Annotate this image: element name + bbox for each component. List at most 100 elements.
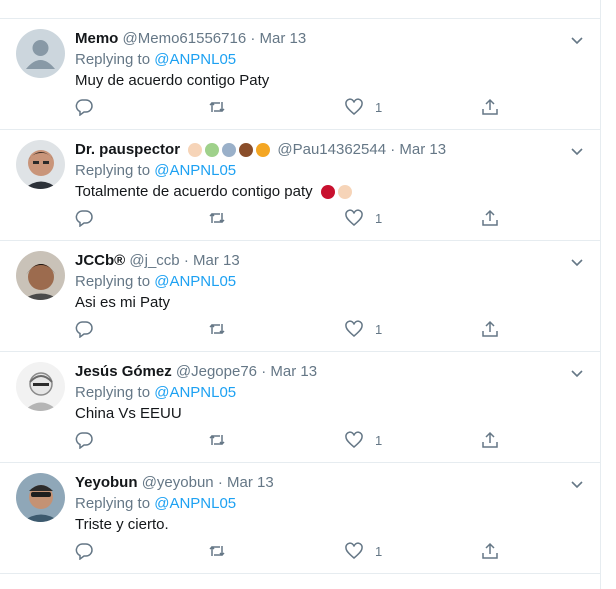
user-handle[interactable]: @Jegope76 — [176, 363, 257, 380]
tweet-header: JCCb® @j_ccb · Mar 13 — [75, 251, 240, 271]
share-button[interactable] — [481, 430, 499, 450]
tweet-date[interactable]: Mar 13 — [270, 363, 317, 380]
heart-icon — [345, 542, 363, 559]
like-count: 1 — [375, 99, 383, 115]
tweet-text: Totalmente de acuerdo contigo paty — [75, 182, 355, 205]
tweet[interactable]: Jesús Gómez @Jegope76 · Mar 13 Replying … — [0, 352, 600, 463]
heart-icon — [345, 320, 363, 337]
replying-to-label: Replying to — [75, 51, 155, 68]
retweet-button[interactable] — [208, 208, 226, 228]
share-button[interactable] — [481, 541, 499, 561]
retweet-button[interactable] — [208, 541, 226, 561]
name-emojis — [188, 143, 273, 163]
like-button[interactable]: 1 — [345, 430, 382, 450]
share-icon — [482, 209, 498, 226]
thumbs-up-emoji — [337, 185, 352, 199]
tweet-date[interactable]: Mar 13 — [260, 30, 307, 47]
chevron-down-icon[interactable] — [570, 366, 584, 380]
display-name[interactable]: Dr. pauspector — [75, 141, 180, 158]
avatar[interactable] — [16, 140, 65, 189]
replying-to-link[interactable]: @ANPNL05 — [154, 384, 236, 401]
like-button[interactable]: 1 — [345, 541, 382, 561]
tweet-date[interactable]: Mar 13 — [399, 141, 446, 158]
like-button[interactable]: 1 — [345, 208, 382, 228]
share-button[interactable] — [481, 97, 499, 117]
chevron-down-icon[interactable] — [570, 255, 584, 269]
tweet[interactable]: Dr. pauspector @Pau14362544 · Mar 13 Rep… — [0, 130, 600, 241]
heart-icon — [345, 209, 363, 226]
like-button[interactable]: 1 — [345, 97, 382, 117]
user-handle[interactable]: @yeyobun — [142, 474, 214, 491]
tweet[interactable]: JCCb® @j_ccb · Mar 13 Replying to @ANPNL… — [0, 241, 600, 352]
reply-icon — [75, 99, 93, 116]
avatar[interactable] — [16, 29, 65, 78]
share-button[interactable] — [481, 319, 499, 339]
reply-button[interactable] — [75, 319, 93, 339]
replying-to-line: Replying to @ANPNL05 — [75, 494, 236, 514]
reply-feed: Memo @Memo61556716 · Mar 13 Replying to … — [0, 0, 601, 589]
tweet-actions: 1 — [75, 541, 515, 561]
avatar[interactable] — [16, 362, 65, 411]
previous-tweet-edge — [0, 0, 600, 19]
separator: · — [250, 30, 256, 47]
share-icon — [482, 431, 498, 448]
tweet[interactable]: Yeyobun @yeyobun · Mar 13 Replying to @A… — [0, 463, 600, 574]
user-handle[interactable]: @j_ccb — [129, 252, 179, 269]
tweet-header: Dr. pauspector @Pau14362544 · Mar 13 — [75, 140, 446, 163]
default-avatar-icon — [16, 29, 65, 78]
retweet-icon — [209, 434, 225, 446]
tweet-text: Triste y cierto. — [75, 516, 169, 533]
tweet-date[interactable]: Mar 13 — [193, 252, 240, 269]
folded-hands-emoji — [188, 143, 203, 157]
tweet-actions: 1 — [75, 208, 515, 228]
chevron-down-icon[interactable] — [570, 144, 584, 158]
display-name[interactable]: Yeyobun — [75, 474, 138, 491]
separator: · — [261, 363, 267, 380]
reply-button[interactable] — [75, 208, 93, 228]
retweet-icon — [209, 545, 225, 557]
reply-icon — [75, 432, 93, 449]
user-handle[interactable]: @Pau14362544 — [277, 141, 386, 158]
reply-button[interactable] — [75, 430, 93, 450]
replying-to-link[interactable]: @ANPNL05 — [154, 162, 236, 179]
avatar[interactable] — [16, 473, 65, 522]
retweet-button[interactable] — [208, 97, 226, 117]
reply-button[interactable] — [75, 541, 93, 561]
share-button[interactable] — [481, 208, 499, 228]
rose-emoji — [320, 185, 335, 199]
like-count: 1 — [375, 210, 383, 226]
replying-to-line: Replying to @ANPNL05 — [75, 272, 236, 292]
separator: · — [217, 474, 223, 491]
retweet-icon — [209, 101, 225, 113]
replying-to-link[interactable]: @ANPNL05 — [154, 51, 236, 68]
text-emojis — [320, 185, 355, 205]
retweet-icon — [209, 212, 225, 224]
replying-to-label: Replying to — [75, 273, 155, 290]
chevron-down-icon[interactable] — [570, 33, 584, 47]
like-count: 1 — [375, 321, 383, 337]
replying-to-line: Replying to @ANPNL05 — [75, 383, 236, 403]
retweet-button[interactable] — [208, 319, 226, 339]
like-button[interactable]: 1 — [345, 319, 382, 339]
man-emoji — [222, 143, 237, 157]
display-name[interactable]: Memo — [75, 30, 118, 47]
like-count: 1 — [375, 543, 383, 559]
tweet-date[interactable]: Mar 13 — [227, 474, 274, 491]
user-photo — [16, 473, 65, 522]
tweet-actions: 1 — [75, 97, 515, 117]
avatar[interactable] — [16, 251, 65, 300]
replying-to-link[interactable]: @ANPNL05 — [154, 273, 236, 290]
tweet-header: Jesús Gómez @Jegope76 · Mar 13 — [75, 362, 317, 382]
tweet-text: China Vs EEUU — [75, 405, 182, 422]
chevron-down-icon[interactable] — [570, 477, 584, 491]
tweet-actions: 1 — [75, 319, 515, 339]
heart-icon — [345, 98, 363, 115]
tweet[interactable]: Memo @Memo61556716 · Mar 13 Replying to … — [0, 19, 600, 130]
display-name[interactable]: Jesús Gómez — [75, 363, 172, 380]
retweet-button[interactable] — [208, 430, 226, 450]
replying-to-label: Replying to — [75, 495, 155, 512]
reply-button[interactable] — [75, 97, 93, 117]
replying-to-link[interactable]: @ANPNL05 — [154, 495, 236, 512]
user-handle[interactable]: @Memo61556716 — [123, 30, 247, 47]
display-name[interactable]: JCCb® — [75, 252, 125, 269]
